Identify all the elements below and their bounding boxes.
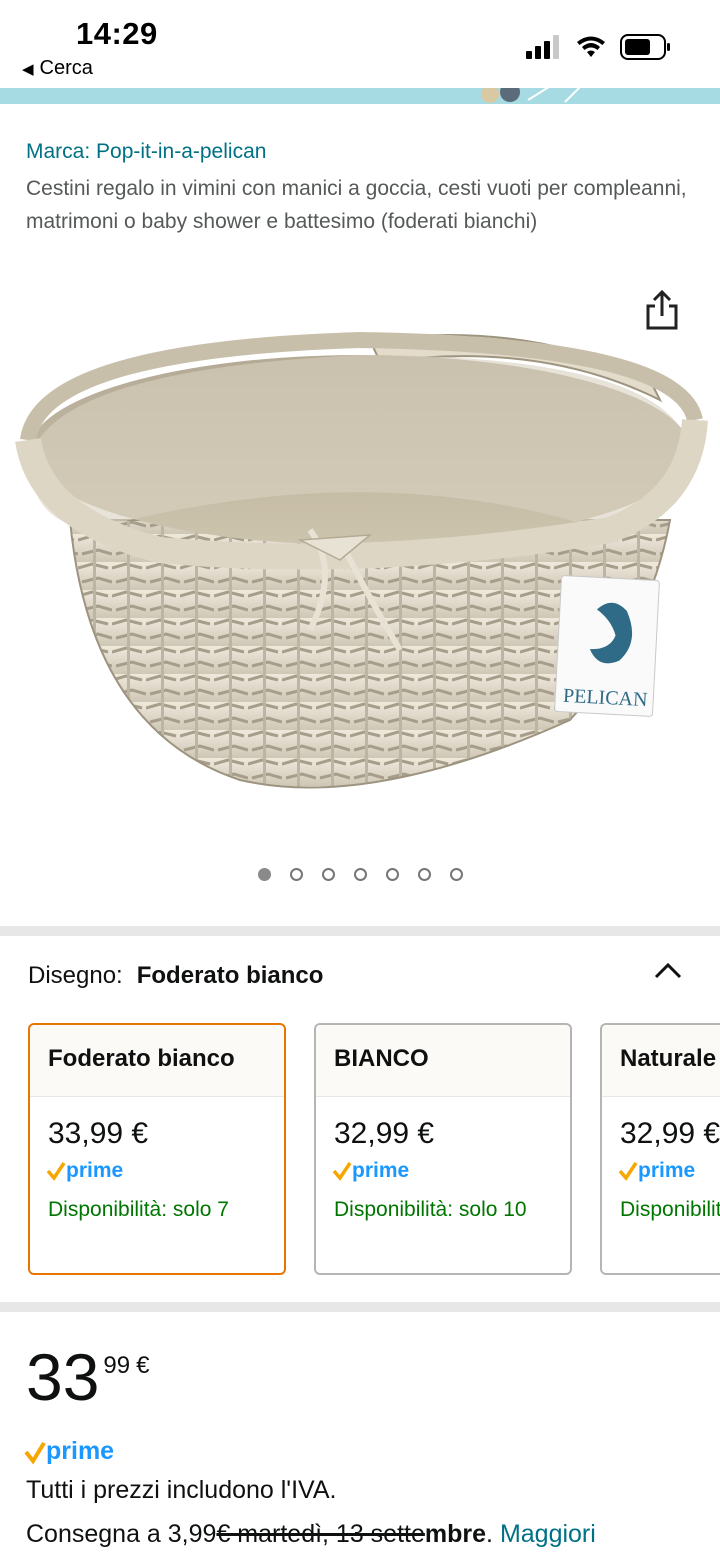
image-carousel-dots[interactable] [0,868,720,881]
option-name: BIANCO [316,1025,570,1097]
vat-note: Tutti i prezzi includono l'IVA. [26,1476,337,1504]
status-icons [526,34,672,60]
carousel-dot[interactable] [289,868,303,881]
prime-badge: prime [618,1157,720,1183]
tag-brand-text: PELICAN [563,685,648,711]
chevron-up-icon[interactable] [652,955,684,987]
svg-text:prime: prime [66,1159,123,1182]
design-option-naturale[interactable]: Naturale 32,99 € prime Disponibilità: so… [600,1023,720,1275]
back-label: Cerca [39,57,93,79]
carousel-dot[interactable] [257,868,271,881]
price-fraction: 99 [103,1352,131,1379]
more-info-link[interactable]: Maggiori [500,1520,596,1548]
delivery-info: Consegna a 3,99€ martedì, 13 settembre. … [26,1520,596,1549]
design-label: Disegno: [28,962,123,989]
design-selected-value: Foderato bianco [136,962,324,989]
wifi-icon [577,36,605,57]
carousel-dot[interactable] [449,868,463,881]
svg-text:prime: prime [638,1159,695,1182]
prime-check-icon: prime [618,1159,695,1182]
option-availability: Disponibilità: solo 10 [620,1198,720,1221]
option-availability: Disponibilità: solo 10 [334,1198,527,1221]
option-name: Naturale [602,1025,720,1097]
pelican-tag: PELICAN [554,575,660,717]
prime-badge-large: prime [24,1436,134,1471]
section-divider [0,1302,720,1312]
back-arrow-icon: ◀ [22,60,34,78]
option-price: 32,99 € [334,1117,435,1150]
carousel-dot[interactable] [417,868,431,881]
carousel-dot[interactable] [321,868,335,881]
option-price: 32,99 € [620,1117,720,1150]
product-image[interactable]: PELICAN [10,310,710,810]
section-divider [0,926,720,936]
header-banner-strip [0,88,720,104]
status-bar: 14:29 ◀ Cerca [0,0,720,88]
prime-check-icon: prime [24,1437,114,1465]
carousel-dot[interactable] [353,868,367,881]
prime-check-icon: prime [46,1159,123,1182]
design-options-carousel[interactable]: Foderato bianco 33,99 € prime Disponibil… [28,1023,720,1277]
product-title: Cestini regalo in vimini con manici a go… [26,177,687,233]
svg-text:prime: prime [352,1159,409,1182]
battery-icon [620,34,670,60]
main-price: 33 99 € [26,1344,149,1410]
banner-decoration-icon [481,88,581,103]
prime-badge: prime [332,1157,570,1183]
prime-check-icon: prime [332,1159,409,1182]
price-currency: € [136,1352,150,1379]
option-availability: Disponibilità: solo 7 [48,1198,229,1221]
delivery-date-end: mbre [424,1520,487,1548]
price-whole: 33 [26,1340,100,1414]
back-to-search-button[interactable]: ◀ Cerca [22,57,93,80]
design-option-foderato-bianco[interactable]: Foderato bianco 33,99 € prime Disponibil… [28,1023,286,1275]
carousel-dot[interactable] [385,868,399,881]
delivery-prefix: Consegna a 3,99 [26,1520,217,1548]
option-price: 33,99 € [48,1117,149,1150]
design-option-bianco[interactable]: BIANCO 32,99 € prime Disponibilità: solo… [314,1023,572,1275]
brand-link[interactable]: Marca: Pop-it-in-a-pelican [26,140,266,164]
signal-icon [526,35,559,59]
option-name: Foderato bianco [30,1025,284,1097]
clock: 14:29 [76,16,158,51]
delivery-dot: . [486,1520,493,1548]
prime-badge: prime [46,1157,284,1183]
delivery-strike: € martedì, 13 sette [216,1520,425,1548]
svg-text:prime: prime [46,1437,114,1465]
design-selector-label: Disegno: Foderato bianco [28,962,323,990]
